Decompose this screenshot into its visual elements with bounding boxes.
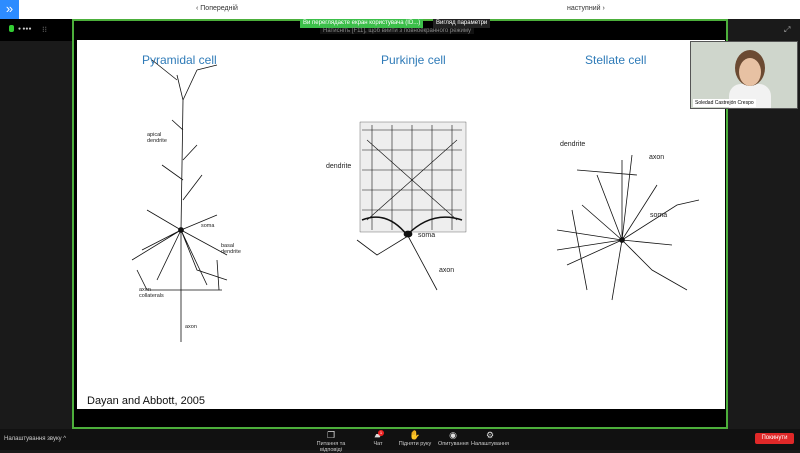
slide: Pyramidal cell Purkinje cell Stellate ce… xyxy=(77,40,725,409)
grid-view-icon[interactable]: ⁝⁝ xyxy=(42,25,47,34)
participant-video[interactable]: Soledad Castrejón Crespo xyxy=(690,41,798,109)
fullscreen-hint: Натисніть [F11], щоб вийти з повноекранн… xyxy=(320,28,475,34)
label-axon-collaterals: axon collaterals xyxy=(139,287,164,299)
stellate-neuron xyxy=(556,154,700,301)
label-soma: soma xyxy=(650,212,668,219)
label-basal-dendrite: basal dendrite xyxy=(221,243,241,255)
shield-icon xyxy=(9,25,14,32)
label-soma: soma xyxy=(201,223,215,229)
label-axon: axon xyxy=(439,267,455,274)
poll-button[interactable]: ◉ Опитування xyxy=(438,430,469,447)
participant-face xyxy=(739,58,761,86)
participant-name: Soledad Castrejón Crespo xyxy=(693,99,756,107)
raise-hand-icon: ✋ xyxy=(409,430,421,440)
neuron-drawings xyxy=(131,59,700,342)
chat-button[interactable]: ▰1Чат xyxy=(370,430,386,447)
qa-icon: ❐ xyxy=(326,430,336,440)
next-button[interactable]: наступний › xyxy=(567,5,605,12)
top-navigation-bar: » ‹ Попередній наступний › xyxy=(0,0,800,19)
citation: Dayan and Abbott, 2005 xyxy=(87,395,206,407)
label-axon: axon xyxy=(649,154,665,161)
pyramidal-neuron xyxy=(131,59,228,342)
view-options-button[interactable]: Вигляд параметри xyxy=(433,19,491,28)
chat-badge: 1 xyxy=(378,430,384,436)
purkinje-neuron xyxy=(356,121,467,291)
gear-icon: ⚙ xyxy=(485,430,495,440)
previous-button[interactable]: ‹ Попередній xyxy=(196,5,238,12)
settings-button[interactable]: ⚙ Налаштування xyxy=(470,430,510,447)
label-apical-dendrite: apical dendrite xyxy=(147,132,167,144)
double-chevron-right-icon[interactable]: » xyxy=(0,0,19,19)
label-axon: axon xyxy=(185,324,197,330)
label-soma: soma xyxy=(418,232,436,239)
sharing-notice-banner: Ви переглядаєте екран користувача (ID...… xyxy=(300,19,424,28)
recording-indicator: ● ●●● xyxy=(18,26,32,32)
label-dendrite: dendrite xyxy=(560,141,586,148)
raise-hand-button[interactable]: ✋ Підняти руку xyxy=(398,430,432,447)
audio-settings-button[interactable]: Налаштування звуку ^ xyxy=(4,436,66,442)
label-dendrite: dendrite xyxy=(326,163,352,170)
shared-screen: Pyramidal cell Purkinje cell Stellate ce… xyxy=(72,19,728,429)
poll-icon: ◉ xyxy=(449,430,457,440)
expand-icon[interactable]: ⤢ xyxy=(784,25,790,35)
leave-button[interactable]: Покинути xyxy=(755,433,794,444)
